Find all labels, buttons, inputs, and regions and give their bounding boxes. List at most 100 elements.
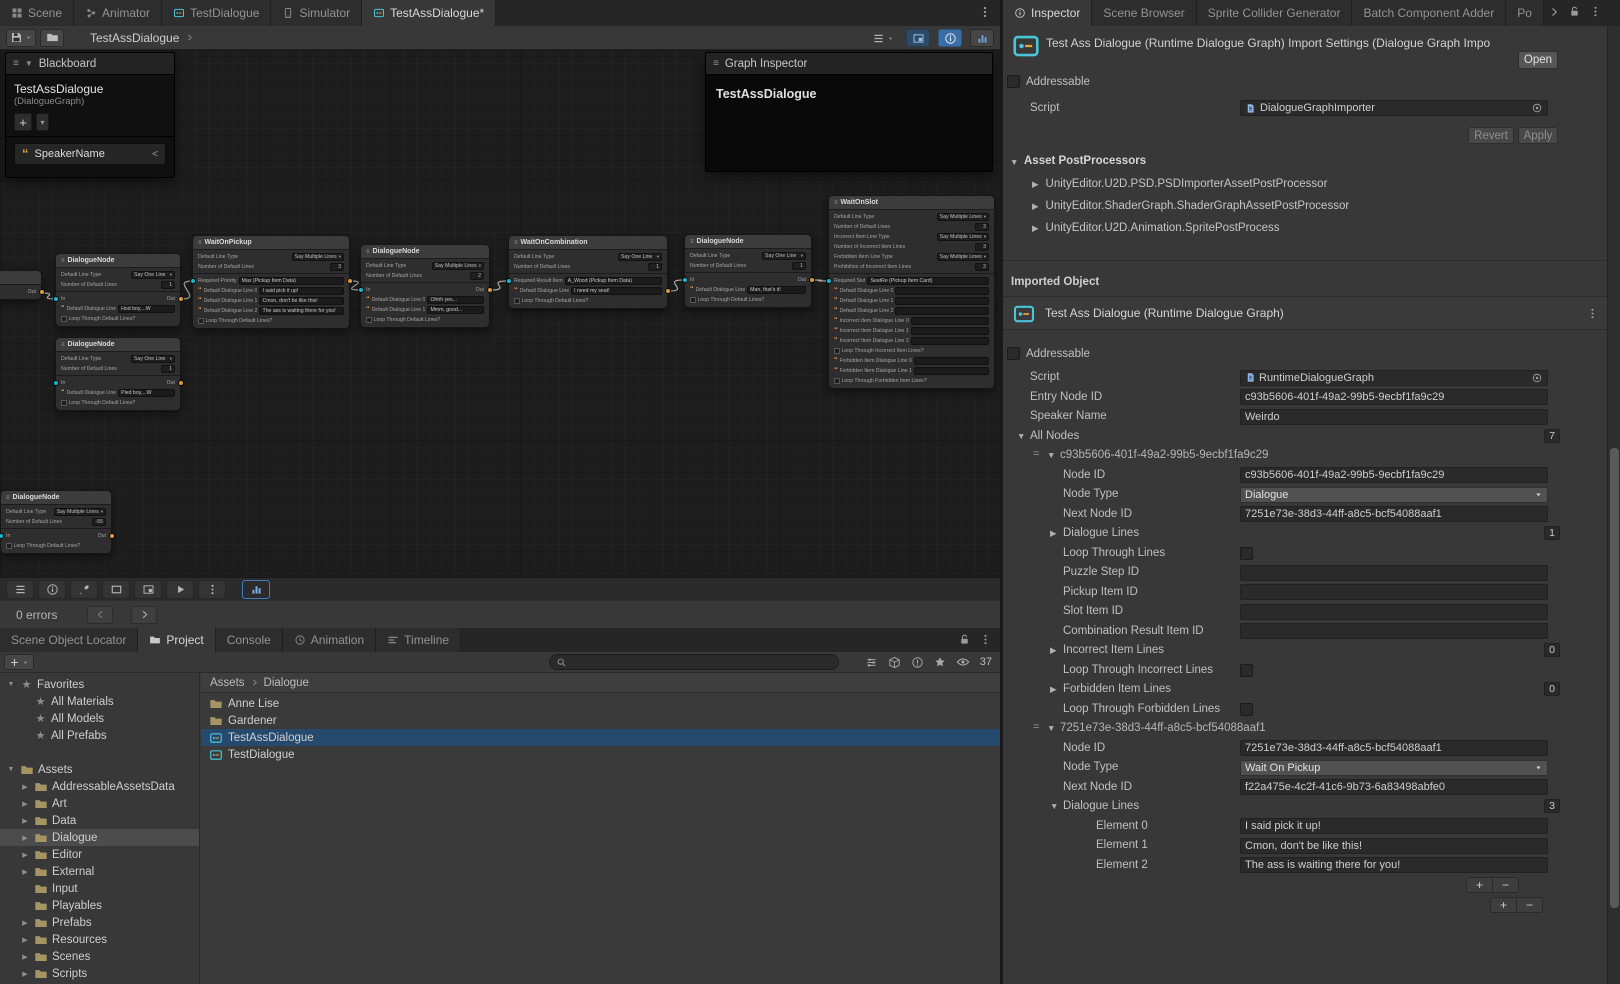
- tree-item-favorites[interactable]: ▼★Favorites: [0, 676, 199, 693]
- next-node-id-field[interactable]: 7251e73e-38d3-44ff-a8c5-bcf54088aaf1: [1240, 506, 1548, 522]
- header-menu-icon[interactable]: [1586, 307, 1599, 320]
- list-toggle-button[interactable]: [6, 580, 34, 599]
- tree-item-scripts[interactable]: ▶Scripts: [0, 965, 199, 982]
- bottom-tab-project[interactable]: Project: [138, 628, 215, 652]
- foldout-arrow[interactable]: ▶: [1032, 201, 1039, 212]
- node-text-field[interactable]: Pied boy,...W: [118, 389, 175, 397]
- tree-item-assets[interactable]: ▼Assets: [0, 761, 199, 778]
- foldout-arrow[interactable]: ▶: [1032, 179, 1039, 190]
- inspector-tab-batch-component-adder[interactable]: Batch Component Adder: [1352, 0, 1506, 26]
- node-dropdown[interactable]: Say Multiple Lines▾: [937, 253, 989, 261]
- revert-button[interactable]: Revert: [1468, 127, 1514, 144]
- output-port[interactable]: [109, 533, 115, 539]
- tree-item-data[interactable]: ▶Data: [0, 812, 199, 829]
- tree-item-input[interactable]: Input: [0, 880, 199, 897]
- node-int-field[interactable]: -55: [92, 518, 106, 526]
- foldout-arrow[interactable]: ▼: [1050, 801, 1058, 811]
- map-toggle-button[interactable]: [134, 580, 162, 599]
- asset-item-gardener[interactable]: Gardener: [201, 712, 1000, 729]
- expand-arrow-icon[interactable]: <: [152, 149, 158, 160]
- input-port[interactable]: [53, 296, 59, 302]
- lock-icon[interactable]: [1568, 5, 1581, 18]
- output-port[interactable]: [487, 287, 493, 293]
- kebab-toggle-button[interactable]: [198, 580, 226, 599]
- node-checkbox[interactable]: [61, 400, 67, 406]
- node-checkbox[interactable]: [834, 378, 840, 384]
- array-element-header[interactable]: =▼c93b5606-401f-49a2-99b5-9ecbf1fa9c29: [1003, 446, 1607, 466]
- scrollbar-thumb[interactable]: [1610, 448, 1619, 908]
- graph-inspector-toggle-button[interactable]: [938, 29, 962, 47]
- search-input[interactable]: [571, 656, 832, 668]
- tree-arrow[interactable]: ▶: [20, 868, 30, 876]
- tree-arrow[interactable]: ▶: [20, 817, 30, 825]
- foldout-arrow[interactable]: ▼: [1047, 723, 1055, 733]
- graph-node-startnode[interactable]: ≡StartNodenecklaceOut: [0, 270, 42, 300]
- tree-item-prefabs[interactable]: ▶Prefabs: [0, 914, 199, 931]
- node-text-field[interactable]: Cmon, don't be like this!: [259, 297, 344, 305]
- node-text-field[interactable]: Ohhh yes...: [427, 296, 484, 304]
- foldout-label[interactable]: Forbidden Item Lines: [1063, 683, 1171, 695]
- asset-item-testassdialogue[interactable]: TestAssDialogue: [201, 729, 1000, 746]
- node-dropdown[interactable]: Say Multiple Lines▾: [54, 508, 106, 516]
- foldout-arrow[interactable]: ▶: [1050, 528, 1057, 539]
- loop-through-forbidden-lines-checkbox[interactable]: [1240, 703, 1253, 716]
- add-property-caret[interactable]: ▾: [36, 113, 49, 131]
- node-header[interactable]: ≡DialogueNode: [56, 254, 180, 268]
- tree-arrow[interactable]: ▶: [20, 936, 30, 944]
- project-search[interactable]: [549, 654, 839, 670]
- node-text-field[interactable]: [911, 327, 989, 335]
- foldout-label[interactable]: All Nodes: [1030, 430, 1079, 442]
- node-checkbox[interactable]: [834, 348, 840, 354]
- asset-item-anne-lise[interactable]: Anne Lise: [201, 695, 1000, 712]
- save-asset-button[interactable]: [6, 29, 36, 47]
- combination-result-item-id-field[interactable]: [1240, 623, 1548, 639]
- open-button[interactable]: Open: [1518, 51, 1558, 69]
- node-dropdown[interactable]: Say Multiple Lines▾: [937, 213, 989, 221]
- tree-arrow[interactable]: ▶: [20, 834, 30, 842]
- node-id-field[interactable]: 7251e73e-38d3-44ff-a8c5-bcf54088aaf1: [1240, 740, 1548, 756]
- entry-node-id-field[interactable]: c93b5606-401f-49a2-99b5-9ecbf1fa9c29: [1240, 389, 1548, 405]
- node-int-field[interactable]: 1: [792, 262, 806, 270]
- blackboard-toggle-button[interactable]: [970, 29, 994, 47]
- node-text-field[interactable]: [914, 367, 989, 375]
- breadcrumb-assets[interactable]: Assets: [210, 677, 245, 689]
- postprocessor-item[interactable]: ▶UnityEditor.ShaderGraph.ShaderGraphAsse…: [1032, 200, 1349, 212]
- tree-item-art[interactable]: ▶Art: [0, 795, 199, 812]
- tree-item-dialogue[interactable]: ▶Dialogue: [0, 829, 199, 846]
- node-checkbox[interactable]: [514, 298, 520, 304]
- tree-arrow[interactable]: ▶: [20, 783, 30, 791]
- graph-node-dialoguenode[interactable]: ≡DialogueNodeDefault Line TypeSay One Li…: [55, 337, 181, 411]
- element-2-field[interactable]: The ass is waiting there for you!: [1240, 857, 1548, 873]
- tree-item-addressableassetsdata[interactable]: ▶AddressableAssetsData: [0, 778, 199, 795]
- node-text-field[interactable]: I need my seat!: [571, 287, 662, 295]
- postprocessor-item[interactable]: ▶UnityEditor.U2D.PSD.PSDImporterAssetPos…: [1032, 178, 1327, 190]
- output-port[interactable]: [178, 380, 184, 386]
- graph-node-waitonpickup[interactable]: ≡WaitOnPickupDefault Line TypeSay Multip…: [192, 235, 350, 329]
- bottom-tab-timeline[interactable]: Timeline: [376, 628, 461, 652]
- node-dropdown[interactable]: Say Multiple Lines▾: [292, 253, 344, 261]
- next-node-id-field[interactable]: f22a475e-4c2f-41c6-9b73-6a83498abfe0: [1240, 779, 1548, 795]
- lock-icon[interactable]: [958, 633, 971, 646]
- remove-element-button[interactable]: −: [1517, 898, 1542, 912]
- foldout-arrow[interactable]: ▼: [1047, 450, 1055, 460]
- tree-arrow[interactable]: ▶: [20, 919, 30, 927]
- play-toggle-button[interactable]: [166, 580, 194, 599]
- blackboard-panel[interactable]: ≡ ▼ Blackboard TestAssDialogue (Dialogue…: [5, 52, 175, 178]
- node-header[interactable]: ≡DialogueNode: [56, 338, 180, 352]
- asset-item-testdialogue[interactable]: TestDialogue: [201, 746, 1000, 763]
- node-text-field[interactable]: [895, 297, 989, 305]
- foldout-arrow[interactable]: ▶: [1032, 223, 1039, 234]
- prev-error-button[interactable]: [87, 606, 113, 624]
- node-dropdown[interactable]: Say One Line▾: [618, 253, 662, 261]
- node-int-field[interactable]: 1: [161, 281, 175, 289]
- element-1-field[interactable]: Cmon, don't be like this!: [1240, 838, 1548, 854]
- array-element-header[interactable]: =▼7251e73e-38d3-44ff-a8c5-bcf54088aaf1: [1003, 719, 1607, 739]
- tab-animator[interactable]: Animator: [74, 0, 162, 26]
- graph-node-dialoguenode[interactable]: ≡DialogueNodeDefault Line TypeSay One Li…: [684, 234, 812, 308]
- blackboard-header[interactable]: ≡ ▼ Blackboard: [6, 53, 174, 75]
- node-int-field[interactable]: 1: [161, 365, 175, 373]
- tree-item-scenes[interactable]: ▶Scenes: [0, 948, 199, 965]
- next-error-button[interactable]: [131, 606, 157, 624]
- create-asset-button[interactable]: [4, 654, 34, 670]
- addressable-checkbox[interactable]: [1007, 75, 1020, 88]
